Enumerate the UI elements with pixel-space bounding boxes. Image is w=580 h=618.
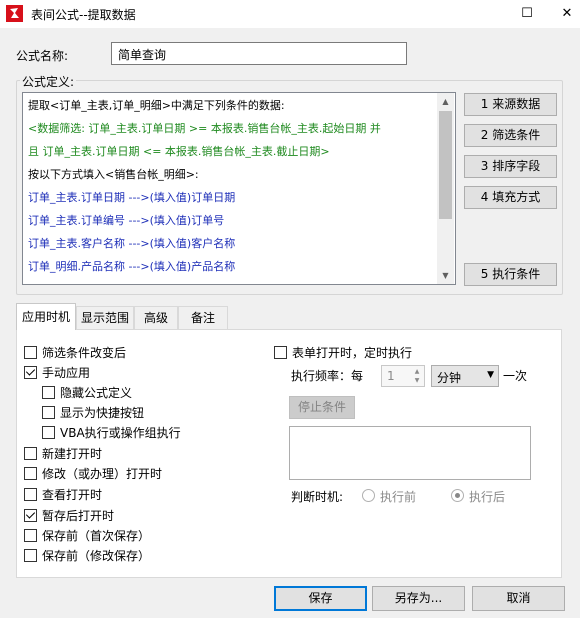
stepper-down-icon[interactable]: ▼ [411, 376, 423, 385]
before-exec-label: 执行前 [380, 490, 417, 504]
on-draft-checkbox[interactable] [24, 509, 37, 522]
on-view-label: 查看打开时 [42, 488, 103, 502]
tab-display-scope[interactable]: 显示范围 [76, 306, 134, 329]
chevron-down-icon: ▼ [487, 370, 494, 380]
app-logo-icon [6, 5, 23, 22]
formula-name-label: 公式名称: [16, 49, 69, 63]
formula-line: 且 订单_主表.订单日期 <= 本报表.销售台帐_主表.截止日期> [28, 145, 330, 158]
filter-condition-button[interactable]: 2 筛选条件 [464, 124, 557, 147]
formula-name-input[interactable]: 简单查询 [111, 42, 407, 65]
shortcut-label: 显示为快捷按钮 [60, 406, 145, 420]
before-exec-radio[interactable] [362, 489, 375, 502]
frequency-unit-value: 分钟 [437, 371, 462, 385]
sort-field-button[interactable]: 3 排序字段 [464, 155, 557, 178]
formula-line: 订单_主表.订单编号 --->(填入值)订单号 [28, 214, 225, 227]
frequency-value: 1 [387, 369, 395, 383]
stepper-up-icon[interactable]: ▲ [411, 367, 423, 376]
vba-label: VBA执行或操作组执行 [60, 426, 181, 440]
on-new-label: 新建打开时 [42, 447, 103, 461]
formula-definition-text[interactable]: 提取<订单_主表,订单_明细>中满足下列条件的数据: <数据筛选: 订单_主表.… [22, 92, 456, 285]
formula-scrollbar[interactable]: ▲ ▼ [437, 93, 454, 284]
after-exec-radio[interactable] [451, 489, 464, 502]
formula-line: 提取<订单_主表,订单_明细>中满足下列条件的数据: [28, 99, 285, 112]
timed-exec-checkbox[interactable] [274, 346, 287, 359]
before-save-modify-label: 保存前（修改保存） [42, 549, 151, 563]
before-save-first-label: 保存前（首次保存） [42, 529, 151, 543]
after-exec-label: 执行后 [469, 490, 506, 504]
on-new-checkbox[interactable] [24, 447, 37, 460]
tab-notes[interactable]: 备注 [178, 306, 228, 329]
formula-line: 按以下方式填入<销售台帐_明细>: [28, 168, 199, 181]
vba-checkbox[interactable] [42, 426, 55, 439]
judge-timing-label: 判断时机: [291, 490, 344, 504]
save-as-button[interactable]: 另存为... [372, 586, 465, 611]
tab-advanced[interactable]: 高级 [134, 306, 178, 329]
before-save-first-checkbox[interactable] [24, 529, 37, 542]
scroll-up-icon[interactable]: ▲ [437, 93, 454, 110]
tab-apply-timing[interactable]: 应用时机 [16, 303, 76, 330]
timed-exec-label: 表单打开时，定时执行 [292, 346, 413, 360]
on-modify-label: 修改（或办理）打开时 [42, 467, 163, 481]
formula-line: 订单_明细.产品名称 --->(填入值)产品名称 [28, 260, 236, 273]
hide-def-label: 隐藏公式定义 [60, 386, 133, 400]
frequency-stepper[interactable]: 1 ▲ ▼ [381, 365, 425, 387]
formula-line: 订单_主表.客户名称 --->(填入值)客户名称 [28, 237, 236, 250]
scroll-down-icon[interactable]: ▼ [437, 267, 454, 284]
filter-change-label: 筛选条件改变后 [42, 346, 127, 360]
manual-checkbox[interactable] [24, 366, 37, 379]
cancel-button[interactable]: 取消 [472, 586, 565, 611]
frequency-unit-select[interactable]: 分钟 ▼ [431, 365, 499, 387]
stop-condition-button[interactable]: 停止条件 [289, 396, 355, 419]
on-draft-label: 暂存后打开时 [42, 509, 115, 523]
stop-condition-text[interactable] [289, 426, 531, 480]
fill-method-button[interactable]: 4 填充方式 [464, 186, 557, 209]
filter-change-checkbox[interactable] [24, 346, 37, 359]
frequency-suffix: 一次 [503, 369, 528, 383]
manual-label: 手动应用 [42, 366, 91, 380]
save-button[interactable]: 保存 [274, 586, 367, 611]
on-view-checkbox[interactable] [24, 488, 37, 501]
formula-line: <数据筛选: 订单_主表.订单日期 >= 本报表.销售台帐_主表.起始日期 并 [28, 122, 381, 135]
formula-line: 订单_主表.订单日期 --->(填入值)订单日期 [28, 191, 236, 204]
source-data-button[interactable]: 1 来源数据 [464, 93, 557, 116]
window-title: 表间公式--提取数据 [31, 8, 136, 22]
hide-def-checkbox[interactable] [42, 386, 55, 399]
before-save-modify-checkbox[interactable] [24, 549, 37, 562]
formula-definition-label: 公式定义: [20, 73, 77, 90]
title-bar: 表间公式--提取数据 ☐ ✕ [0, 0, 580, 28]
shortcut-checkbox[interactable] [42, 406, 55, 419]
exec-condition-button[interactable]: 5 执行条件 [464, 263, 557, 286]
on-modify-checkbox[interactable] [24, 467, 37, 480]
close-button[interactable]: ✕ [546, 0, 580, 28]
exec-frequency-label: 执行频率：每 [291, 369, 364, 383]
maximize-button[interactable]: ☐ [506, 0, 548, 28]
scroll-thumb[interactable] [439, 111, 452, 219]
